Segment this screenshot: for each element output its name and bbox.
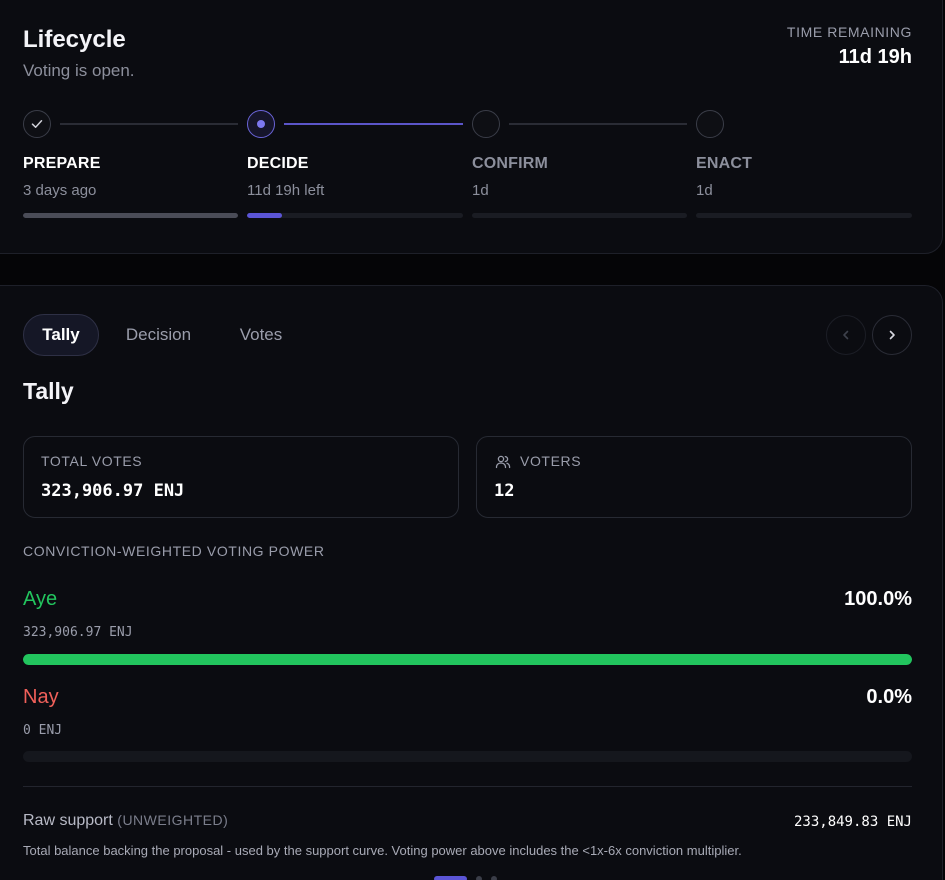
step-enact-progress (696, 213, 912, 218)
step-confirm-name: CONFIRM (472, 155, 549, 172)
next-button[interactable] (872, 315, 912, 355)
step-enact-circle (696, 110, 724, 138)
step-prepare-sub: 3 days ago (23, 182, 97, 199)
voting-power-label: CONVICTION-WEIGHTED VOTING POWER (23, 543, 325, 559)
step-progress-fill (247, 213, 282, 218)
step-connector (509, 123, 687, 125)
step-prepare-progress (23, 213, 238, 218)
nay-percent: 0.0% (866, 686, 912, 708)
step-prepare-circle (23, 110, 51, 138)
voters-label: VOTERS (520, 453, 582, 469)
aye-bar (23, 654, 912, 665)
time-remaining-label: TIME REMAINING (786, 24, 912, 40)
aye-bar-fill (23, 654, 912, 665)
step-progress-fill (23, 213, 238, 218)
step-connector (60, 123, 238, 125)
users-icon (495, 455, 511, 469)
time-remaining-value: 11d 19h (838, 46, 912, 68)
active-dot-icon (257, 120, 265, 128)
step-confirm-circle (472, 110, 500, 138)
step-connector-active (284, 123, 463, 125)
raw-support-label-text: Raw support (23, 812, 113, 829)
nay-amount: 0 ENJ (23, 723, 63, 738)
lifecycle-status: Voting is open. (23, 61, 135, 80)
aye-amount: 323,906.97 ENJ (23, 625, 133, 640)
tab-votes[interactable]: Votes (220, 314, 302, 356)
step-confirm-progress (472, 213, 687, 218)
tally-heading: Tally (23, 378, 74, 404)
lifecycle-title: Lifecycle (23, 26, 126, 53)
chevron-right-icon (889, 330, 895, 340)
tab-tally[interactable]: Tally (23, 314, 99, 356)
step-confirm-sub: 1d (472, 182, 489, 199)
divider (23, 786, 912, 787)
pager-dot[interactable] (491, 876, 497, 880)
step-decide-circle (247, 110, 275, 138)
tab-decision[interactable]: Decision (110, 314, 207, 356)
step-enact-sub: 1d (696, 182, 713, 199)
raw-support-note: Total balance backing the proposal - use… (23, 843, 742, 858)
step-prepare-name: PREPARE (23, 155, 101, 172)
check-icon (31, 120, 43, 128)
step-decide-progress (247, 213, 463, 218)
raw-support-label: Raw support (UNWEIGHTED) (23, 812, 228, 830)
total-votes-box: TOTAL VOTES 323,906.97 ENJ (23, 436, 459, 518)
raw-support-unweighted: (UNWEIGHTED) (117, 812, 229, 828)
pager-dot-active[interactable] (434, 876, 467, 880)
total-votes-value: 323,906.97 ENJ (41, 481, 185, 501)
voters-value: 12 (494, 481, 515, 501)
aye-percent: 100.0% (844, 588, 912, 610)
aye-label: Aye (23, 588, 58, 610)
voters-box: VOTERS 12 (476, 436, 912, 518)
pager-dot[interactable] (476, 876, 482, 880)
step-enact-name: ENACT (696, 155, 753, 172)
tally-card (0, 285, 943, 880)
nay-label: Nay (23, 686, 59, 708)
step-decide-sub: 11d 19h left (247, 182, 325, 199)
total-votes-label: TOTAL VOTES (41, 453, 143, 469)
step-decide-name: DECIDE (247, 155, 309, 172)
chevron-left-icon (843, 330, 849, 340)
raw-support-value: 233,849.83 ENJ (793, 814, 912, 830)
prev-button[interactable] (826, 315, 866, 355)
nay-bar (23, 751, 912, 762)
